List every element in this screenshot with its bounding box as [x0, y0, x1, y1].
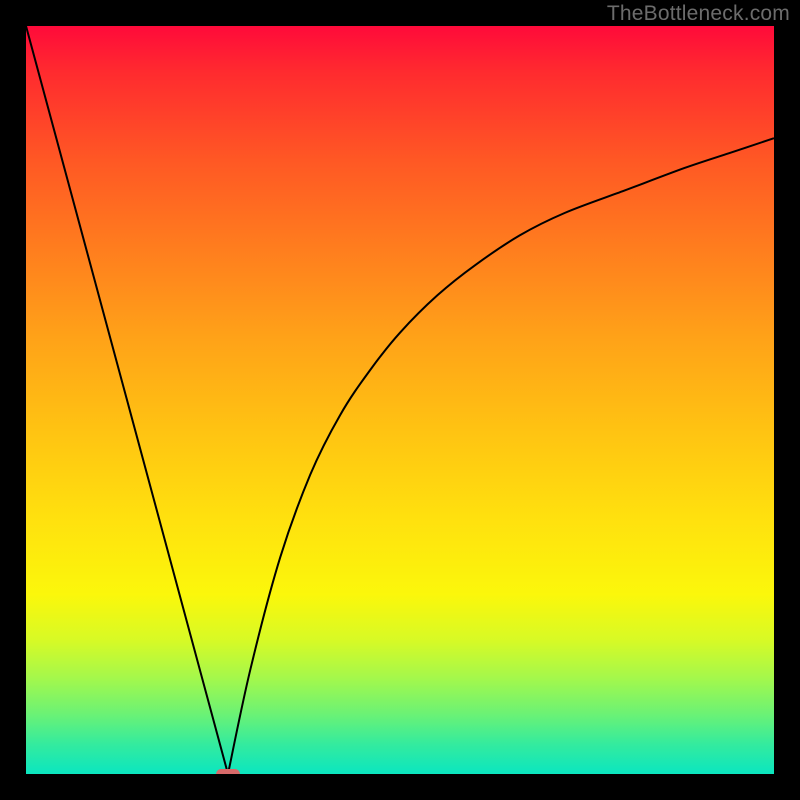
chart-frame: [0, 0, 800, 800]
watermark-text: TheBottleneck.com: [607, 2, 790, 26]
chart-stage: TheBottleneck.com: [0, 0, 800, 800]
